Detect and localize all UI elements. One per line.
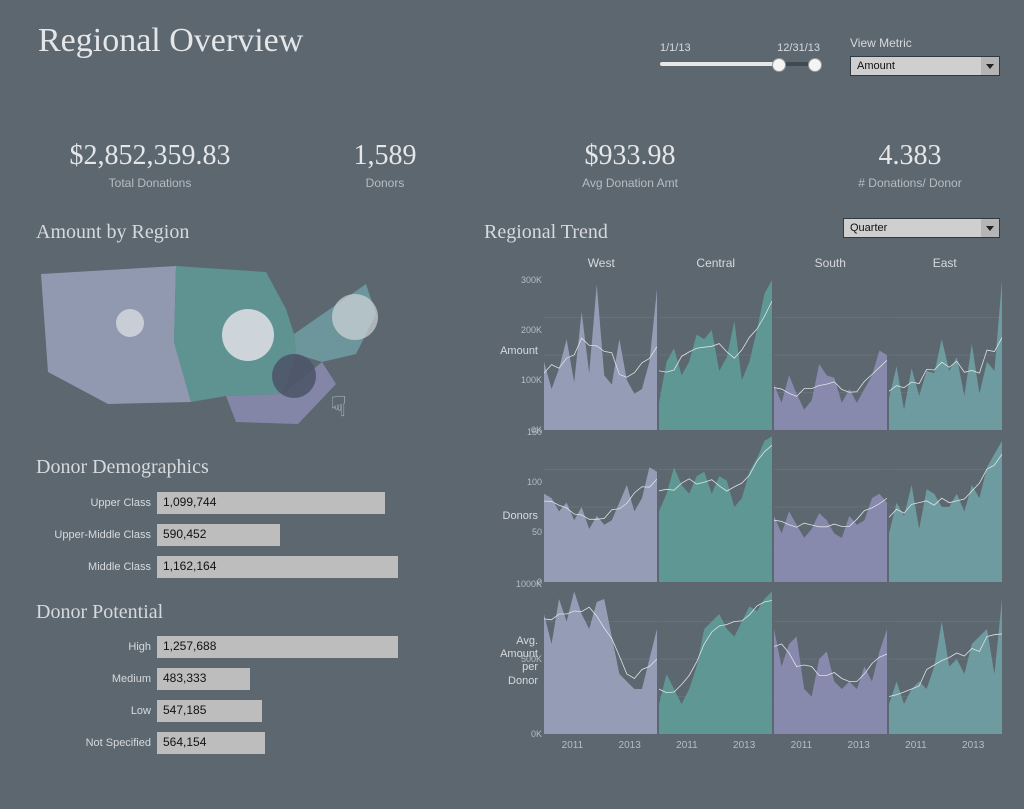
kpi-value: 4.383 <box>820 140 1000 172</box>
chevron-down-icon <box>981 219 999 237</box>
section-regional-trend: Regional Trend <box>484 221 608 244</box>
trend-cell-avgamt-east[interactable] <box>889 584 1002 734</box>
bar-category: Middle Class <box>36 561 157 573</box>
trend-cell-avgamt-west[interactable] <box>544 584 657 734</box>
kpi-value: $933.98 <box>530 140 730 172</box>
section-donor-demographics: Donor Demographics <box>36 456 209 479</box>
donor-potential-chart[interactable]: High 1,257,688 Medium 483,333 Low 547,185 Not … <box>36 634 406 762</box>
slider-track[interactable] <box>660 62 820 66</box>
kpi-donors: 1,589 Donors <box>310 140 460 190</box>
bar-value: 564,154 <box>163 735 206 749</box>
view-metric-value: Amount <box>857 60 895 72</box>
col-south: South <box>773 256 888 270</box>
col-west: West <box>544 256 659 270</box>
slider-handle-end[interactable] <box>808 58 822 72</box>
trend-cell-amount-central[interactable] <box>659 280 772 430</box>
trend-cell-donors-central[interactable] <box>659 432 772 582</box>
bar-category: Upper Class <box>36 497 157 509</box>
map-bubble-central[interactable] <box>222 309 274 361</box>
bar-category: Medium <box>36 673 157 685</box>
bar-value: 547,185 <box>163 703 206 717</box>
bar-row[interactable]: Medium 483,333 <box>36 666 406 692</box>
section-amount-by-region: Amount by Region <box>36 221 189 244</box>
bar-value: 1,162,164 <box>163 559 216 573</box>
slider-handle-start[interactable] <box>772 58 786 72</box>
bar-value: 1,257,688 <box>163 639 216 653</box>
kpi-label: Donors <box>310 176 460 190</box>
trend-cell-avgamt-central[interactable] <box>659 584 772 734</box>
trend-cell-amount-south[interactable] <box>774 280 887 430</box>
view-metric-label: View Metric <box>850 36 912 50</box>
bar-row[interactable]: Not Specified 564,154 <box>36 730 406 756</box>
us-region-map[interactable] <box>36 254 376 429</box>
trend-cell-donors-east[interactable] <box>889 432 1002 582</box>
kpi-value: $2,852,359.83 <box>40 140 260 172</box>
col-central: Central <box>659 256 774 270</box>
view-metric-select[interactable]: Amount <box>850 56 1000 76</box>
section-donor-potential: Donor Potential <box>36 601 163 624</box>
donor-demographics-chart[interactable]: Upper Class 1,099,744 Upper-Middle Class 59… <box>36 490 406 586</box>
trend-cell-amount-west[interactable] <box>544 280 657 430</box>
kpi-label: Avg Donation Amt <box>530 176 730 190</box>
kpi-label: Total Donations <box>40 176 260 190</box>
kpi-avg-donation: $933.98 Avg Donation Amt <box>530 140 730 190</box>
bar-row[interactable]: Middle Class 1,162,164 <box>36 554 406 580</box>
kpi-donations-per-donor: 4.383 # Donations/ Donor <box>820 140 1000 190</box>
kpi-label: # Donations/ Donor <box>820 176 1000 190</box>
date-range-end: 12/31/13 <box>777 42 820 54</box>
touch-hint-icon: ☟ <box>330 390 347 424</box>
trend-cell-donors-west[interactable] <box>544 432 657 582</box>
kpi-value: 1,589 <box>310 140 460 172</box>
bar-row[interactable]: Upper Class 1,099,744 <box>36 490 406 516</box>
bar-value: 483,333 <box>163 671 206 685</box>
trend-cell-avgamt-south[interactable] <box>774 584 887 734</box>
bar-row[interactable]: Low 547,185 <box>36 698 406 724</box>
bar-category: Low <box>36 705 157 717</box>
bar-row[interactable]: High 1,257,688 <box>36 634 406 660</box>
bar-value: 1,099,744 <box>163 495 216 509</box>
date-range-start: 1/1/13 <box>660 42 691 54</box>
map-bubble-east[interactable] <box>332 294 378 340</box>
bar-category: High <box>36 641 157 653</box>
yticks-donors: 150100500 <box>504 432 542 582</box>
trend-cell-donors-south[interactable] <box>774 432 887 582</box>
map-bubble-west[interactable] <box>116 309 144 337</box>
trend-cell-amount-east[interactable] <box>889 280 1002 430</box>
yticks-amount: 300K200K100K0K <box>504 280 542 430</box>
trend-column-headers: West Central South East <box>544 256 1002 270</box>
bar-category: Upper-Middle Class <box>36 529 157 541</box>
bar-value: 590,452 <box>163 527 206 541</box>
map-bubble-south[interactable] <box>272 354 316 398</box>
yticks-avgamt: 1000K500K0K <box>504 584 542 734</box>
page-title: Regional Overview <box>38 22 303 60</box>
trend-x-axis: 20112013 20112013 20112013 20112013 <box>544 740 1002 751</box>
col-east: East <box>888 256 1003 270</box>
time-grain-select[interactable]: Quarter <box>843 218 1000 238</box>
chevron-down-icon <box>981 57 999 75</box>
kpi-total-donations: $2,852,359.83 Total Donations <box>40 140 260 190</box>
bar-row[interactable]: Upper-Middle Class 590,452 <box>36 522 406 548</box>
bar-category: Not Specified <box>36 737 157 749</box>
time-grain-value: Quarter <box>850 222 887 234</box>
